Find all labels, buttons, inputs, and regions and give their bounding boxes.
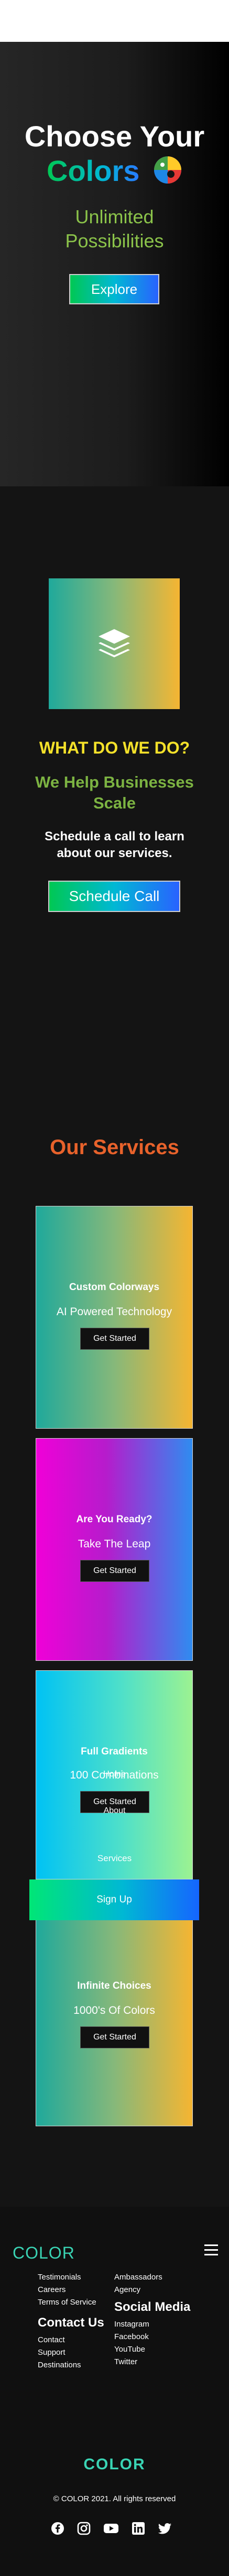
footer-link-terms[interactable]: Terms of Service [38,2298,96,2307]
footer-logo-bottom[interactable]: COLOR [0,2456,229,2474]
footer-link-instagram[interactable]: Instagram [114,2320,149,2329]
nav-link-about[interactable]: About [0,1806,229,1816]
about-text-line2: about our services. [57,846,172,860]
footer-contact-heading: Contact Us [38,2316,104,2330]
get-started-button[interactable]: Get Started [80,1328,149,1350]
footer-link-careers[interactable]: Careers [38,2285,66,2294]
about-image-box [49,578,180,709]
footer-link-twitter[interactable]: Twitter [114,2357,137,2366]
footer-logo[interactable]: COLOR [13,2243,75,2263]
get-started-button[interactable]: Get Started [80,2026,149,2048]
service-card-subtitle: AI Powered Technology [56,1306,172,1318]
facebook-icon[interactable] [51,2522,64,2535]
hero-title-colors-text: Colors [47,154,140,187]
service-card: Are You Ready? Take The Leap Get Started [36,1438,193,1661]
service-card: Custom Colorways AI Powered Technology G… [36,1206,193,1429]
footer-link-contact[interactable]: Contact [38,2335,65,2344]
explore-button[interactable]: Explore [69,274,159,304]
sign-up-button[interactable]: Sign Up [29,1879,199,1920]
footer-link-facebook[interactable]: Facebook [114,2332,149,2341]
top-strip [0,0,229,42]
hero-section [0,42,229,486]
hero-title-colors: Colors [0,155,229,188]
service-card: Infinite Choices 1000's Of Colors Get St… [36,1901,193,2126]
about-tagline-line2: Scale [93,794,136,812]
palette-icon [153,155,182,185]
service-card-title: Custom Colorways [69,1282,160,1293]
about-text-line1: Schedule a call to learn [45,829,184,844]
nav-link-services[interactable]: Services [0,1853,229,1864]
schedule-call-button[interactable]: Schedule Call [48,881,180,912]
twitter-icon[interactable] [158,2522,172,2535]
linkedin-icon[interactable] [132,2522,145,2535]
about-tagline-line1: We Help Businesses [35,773,194,791]
footer-link-youtube[interactable]: YouTube [114,2345,145,2354]
footer-link-support[interactable]: Support [38,2348,66,2357]
hero-subtitle-line1: Unlimited [75,206,154,227]
footer-link-ambassadors[interactable]: Ambassadors [114,2273,162,2282]
footer-copyright: © COLOR 2021. All rights reserved [53,2494,176,2503]
footer-social-heading: Social Media [114,2300,191,2314]
hero-subtitle: Unlimited Possibilities [0,205,229,253]
service-card-title: Are You Ready? [76,1514,152,1525]
service-card-title: Full Gradients [81,1746,148,1757]
layers-icon [99,629,130,657]
get-started-button[interactable]: Get Started [80,1560,149,1582]
footer-link-agency[interactable]: Agency [114,2285,140,2294]
service-card-subtitle: Take The Leap [78,1538,151,1550]
instagram-icon[interactable] [77,2522,91,2535]
service-card-title: Infinite Choices [77,1980,151,1991]
about-heading: WHAT DO WE DO? [39,738,190,757]
nav-link-home[interactable]: Home [0,1770,229,1779]
footer-link-destinations[interactable]: Destinations [38,2361,81,2369]
services-title: Our Services [50,1136,179,1159]
hero-title: Choose Your [24,120,205,153]
hamburger-menu-icon[interactable] [204,2244,218,2256]
service-card-subtitle: 1000's Of Colors [73,2004,155,2016]
youtube-icon[interactable] [103,2522,119,2535]
about-tagline: We Help Businesses Scale [16,772,213,814]
footer-link-testimonials[interactable]: Testimonials [38,2273,81,2282]
hero-subtitle-line2: Possibilities [65,230,164,252]
about-text: Schedule a call to learn about our servi… [26,828,203,862]
